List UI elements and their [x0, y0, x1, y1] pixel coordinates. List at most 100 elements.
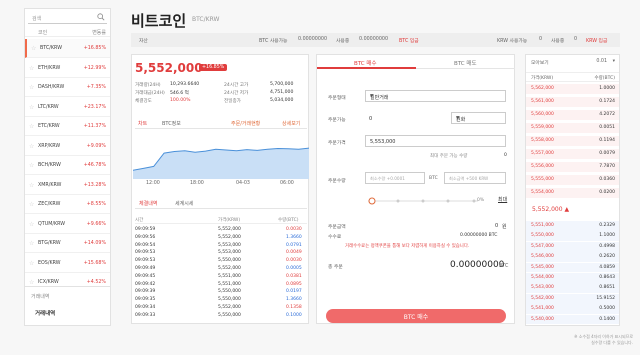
krw-deposit-link[interactable]: KRW 입금 [586, 37, 607, 44]
chevron-down-icon[interactable]: ▾ [613, 59, 615, 64]
star-icon[interactable]: ☆ [29, 221, 34, 228]
trade-row: 09:09:56 5,552,000 1.3660 [135, 234, 307, 242]
star-icon[interactable]: ☆ [29, 201, 34, 208]
alert-link[interactable]: 주문/거래현황 [231, 120, 260, 127]
ask-row[interactable]: 5,560,000 4.2072 [526, 110, 619, 120]
col-price: 가격(KRW) [218, 218, 241, 223]
ask-price: 5,561,000 [531, 99, 554, 104]
ask-row[interactable]: 5,557,000 0.0079 [526, 149, 619, 159]
buy-button[interactable]: BTC 매수 [326, 309, 506, 323]
amount-input[interactable]: 최소금액 +500 KRW [444, 172, 506, 184]
coin-row[interactable]: ☆ XMR/KRW +13.28% [25, 176, 110, 195]
chart-area [133, 148, 309, 179]
star-icon[interactable]: ☆ [29, 84, 34, 91]
star-icon[interactable]: ☆ [29, 65, 34, 72]
coin-row[interactable]: ☆ BCH/KRW +46.78% [25, 156, 110, 175]
fee-value: 0.00000000 BTC [460, 233, 498, 238]
bid-row[interactable]: 5,544,000 0.8643 [526, 273, 619, 283]
history-link[interactable]: 거래내역 [35, 309, 55, 317]
currency-select[interactable]: 원화 ▼ [451, 112, 506, 124]
krw-avail-value: 0 [539, 37, 543, 42]
price-chart[interactable] [133, 134, 309, 179]
btc-deposit-link[interactable]: BTC 입금 [399, 37, 419, 44]
star-icon[interactable]: ☆ [29, 279, 34, 286]
price-input[interactable]: 5,553,000 [365, 135, 506, 147]
coin-change: +12.99% [83, 65, 106, 71]
tab-fills[interactable]: 체결내역 [139, 200, 157, 207]
trade-time: 09:09:39 [135, 289, 156, 295]
col-coin[interactable]: 코인 [38, 29, 47, 36]
tab-btc-info[interactable]: BTC정보 [162, 120, 181, 127]
coin-row[interactable]: ☆ ETH/KRW +12.99% [25, 59, 110, 78]
bid-row[interactable]: 5,545,000 4.0859 [526, 262, 619, 273]
orderbook-title: 모아보기 [531, 61, 549, 66]
coin-change: +14.09% [83, 241, 106, 246]
star-icon[interactable]: ☆ [29, 260, 34, 267]
trade-row: 09:09:59 5,552,000 0.0030 [135, 226, 307, 234]
star-icon[interactable]: ☆ [29, 182, 34, 189]
trade-qty: 0.0049 [286, 250, 302, 256]
bid-row[interactable]: 5,543,000 0.8651 [526, 283, 619, 294]
fee-warning: 거래수수료는 정액쿠폰을 통해 보다 저렴하게 이용하실 수 있습니다. [345, 244, 470, 249]
max-button[interactable]: 최대 [498, 196, 507, 203]
star-icon[interactable]: ☆ [29, 143, 34, 150]
chart-tabs: 차트 BTC정보 주문/거래현황 상세보기 [135, 117, 307, 129]
search-icon[interactable] [97, 13, 105, 21]
order-type-select[interactable]: 일반거래 ▼ [365, 90, 506, 102]
ask-row[interactable]: 5,554,000 0.0200 [526, 188, 619, 198]
precision-select[interactable]: 0.01 [596, 59, 607, 64]
bid-qty: 0.8643 [599, 275, 615, 280]
coin-row[interactable]: ☆ ETC/KRW +11.37% [25, 117, 110, 136]
page-subtitle: BTC/KRW [192, 16, 220, 23]
ask-row[interactable]: 5,562,000 1.0000 [526, 84, 619, 94]
trade-row: 09:09:45 5,551,000 0.0381 [135, 273, 307, 281]
bid-row[interactable]: 5,540,000 0.1400 [526, 314, 619, 325]
coin-row[interactable]: ☆ BTG/KRW +14.09% [25, 234, 110, 253]
star-icon[interactable]: ☆ [29, 240, 34, 247]
coin-row[interactable]: ☆ ZEC/KRW +8.55% [25, 195, 110, 214]
trade-qty: 1.3660 [286, 297, 302, 303]
coin-row[interactable]: ☆ XRP/KRW +9.09% [25, 137, 110, 156]
ask-row[interactable]: 5,555,000 0.0360 [526, 175, 619, 185]
col-change[interactable]: 변동률 [92, 29, 106, 36]
trade-qty: 0.0381 [286, 273, 302, 279]
total-label: 주문금액 [328, 225, 346, 230]
bid-price: 5,547,000 [531, 243, 554, 249]
trade-price: 5,552,000 [218, 305, 241, 310]
tab-sell[interactable]: BTC 매도 [416, 55, 515, 69]
detail-link[interactable]: 상세보기 [282, 120, 300, 127]
bid-row[interactable]: 5,546,000 0.2620 [526, 252, 619, 262]
bid-row[interactable]: 5,541,000 0.5000 [526, 304, 619, 314]
bid-row[interactable]: 5,547,000 0.4998 [526, 241, 619, 252]
ask-row[interactable]: 5,561,000 0.1724 [526, 97, 619, 107]
star-icon[interactable]: ☆ [29, 104, 34, 111]
trade-time: 09:09:33 [135, 312, 156, 318]
ask-row[interactable]: 5,556,000 7.7870 [526, 162, 619, 172]
orderbook-mid-price: 5,552,000 ▲ [532, 206, 570, 213]
tab-chart[interactable]: 차트 [138, 120, 147, 127]
coin-row[interactable]: ☆ QTUM/KRW +9.66% [25, 215, 110, 234]
ask-row[interactable]: 5,559,000 0.0051 [526, 123, 619, 133]
coin-row[interactable]: ☆ BTC/KRW +16.85% [25, 39, 110, 58]
max-qty-value: 0 [504, 153, 507, 158]
star-icon[interactable]: ☆ [29, 162, 34, 169]
bid-row[interactable]: 5,551,000 0.2329 [526, 221, 619, 231]
trade-price: 5,553,000 [218, 242, 241, 248]
tab-buy[interactable]: BTC 매수 [317, 55, 416, 69]
ask-qty: 0.1194 [599, 138, 615, 143]
bid-row[interactable]: 5,542,000 15.9152 [526, 293, 619, 304]
coin-row[interactable]: ☆ LTC/KRW +23.17% [25, 98, 110, 117]
star-icon[interactable]: ☆ [29, 123, 34, 130]
trade-row: 09:09:54 5,553,000 0.0791 [135, 242, 307, 250]
qty-slider[interactable] [368, 197, 492, 205]
qty-input[interactable]: 최소수량 +0.0001 [365, 172, 425, 184]
ask-row[interactable]: 5,558,000 0.1194 [526, 136, 619, 146]
search-input[interactable]: 검색 [28, 12, 107, 24]
coin-row[interactable]: ☆ DASH/KRW +7.35% [25, 78, 110, 97]
star-icon[interactable]: ☆ [31, 45, 36, 52]
bid-row[interactable]: 5,550,000 1.1000 [526, 231, 619, 242]
btc-avail-value: 0.00000000 [298, 37, 327, 42]
coin-row[interactable]: ☆ EOS/KRW +15.68% [25, 254, 110, 273]
trade-time: 09:09:54 [135, 242, 156, 248]
tab-world[interactable]: 세계시세 [175, 200, 193, 207]
